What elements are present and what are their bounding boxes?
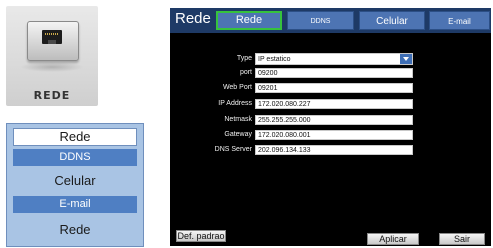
netmask-input[interactable]: 255.255.255.000: [255, 115, 413, 125]
gateway-label: Gateway: [224, 131, 252, 138]
dns-server-input[interactable]: 202.096.134.133: [255, 145, 413, 155]
ip-address-input[interactable]: 172.020.080.227: [255, 99, 413, 109]
port-label: port: [239, 69, 252, 76]
web-port-label: Web Port: [222, 84, 252, 91]
side-menu-item-ddns[interactable]: DDNS: [13, 149, 137, 166]
chevron-down-icon[interactable]: [400, 54, 412, 64]
network-settings-dialog: Rede Rede DDNS Celular E-mail Type IP es…: [170, 8, 491, 246]
type-select-value: IP estatico: [258, 56, 291, 63]
side-menu-item-rede-secondary[interactable]: Rede: [13, 220, 137, 240]
ip-address-label: IP Address: [218, 100, 252, 107]
ethernet-port-icon: [27, 21, 79, 61]
tab-ddns[interactable]: DDNS: [287, 11, 354, 30]
netmask-label: Netmask: [224, 116, 252, 123]
dialog-titlebar: Rede Rede DDNS Celular E-mail: [170, 8, 491, 33]
side-menu-item-email[interactable]: E-mail: [13, 196, 137, 213]
apply-button[interactable]: Aplicar: [367, 233, 419, 245]
port-input[interactable]: 09200: [255, 68, 413, 78]
dns-server-label: DNS Server: [214, 146, 252, 153]
exit-button[interactable]: Sair: [439, 233, 485, 245]
dialog-title: Rede: [175, 10, 211, 27]
tab-rede[interactable]: Rede: [216, 11, 282, 30]
side-menu-item-celular[interactable]: Celular: [13, 169, 137, 193]
type-select[interactable]: IP estatico: [255, 53, 413, 65]
rede-icon-tile[interactable]: REDE: [6, 6, 98, 106]
side-menu: Rede DDNS Celular E-mail Rede: [6, 123, 144, 247]
default-button[interactable]: Def. padrao: [176, 230, 226, 242]
type-label: Type: [236, 55, 252, 62]
side-menu-item-rede[interactable]: Rede: [13, 128, 137, 146]
tab-celular[interactable]: Celular: [359, 11, 425, 30]
icon-shadow: [20, 62, 84, 72]
tab-email[interactable]: E-mail: [429, 11, 490, 30]
icon-tile-label: REDE: [33, 89, 71, 102]
web-port-input[interactable]: 09201: [255, 83, 413, 93]
rj45-socket: [42, 30, 62, 44]
gateway-input[interactable]: 172.020.080.001: [255, 130, 413, 140]
